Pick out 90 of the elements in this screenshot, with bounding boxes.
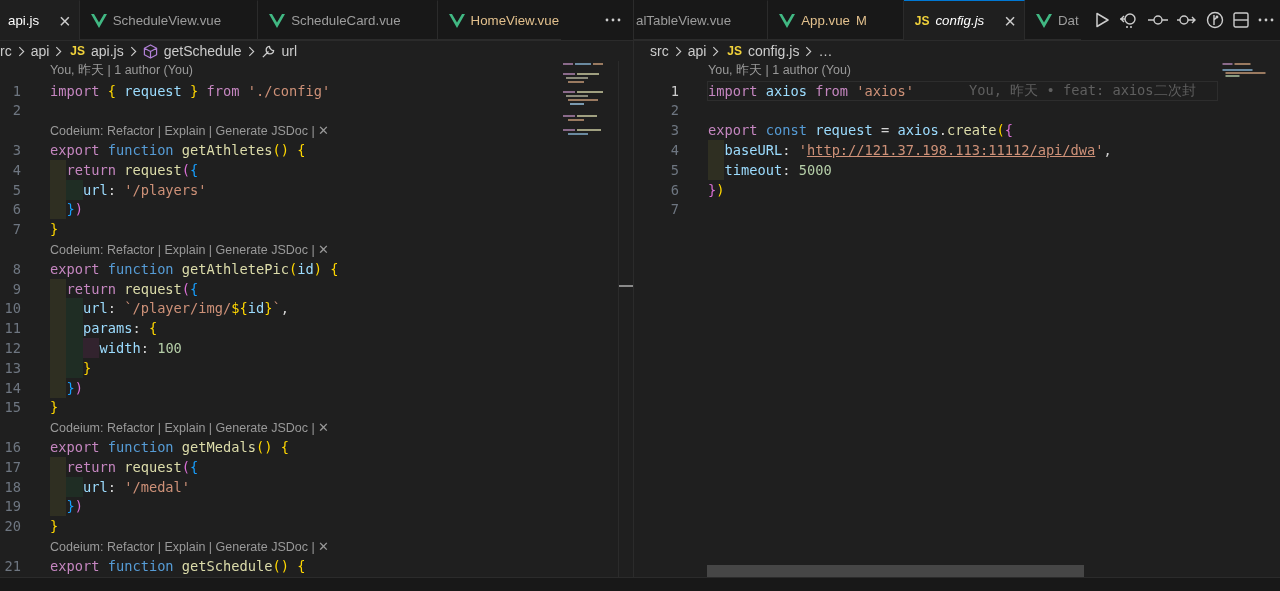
line-number: 2 [12,102,21,119]
line-number: 7 [12,221,21,238]
branch-icon[interactable] [1206,11,1224,29]
code-lens[interactable]: You, 昨天 | 1 author (You) [50,62,193,80]
horizontal-scrollbar[interactable] [707,565,1084,577]
code-line: } [50,517,59,537]
breadcrumb-item[interactable]: src [650,43,669,59]
line-number: 12 [4,340,21,357]
line-number: 2 [670,102,679,119]
line-number: 14 [4,379,21,396]
editor-tab[interactable]: JS config.js × [903,0,1025,40]
breadcrumb-item[interactable]: config.js [748,43,800,59]
vue-icon [448,13,465,28]
breadcrumb-item[interactable]: rc [0,43,12,59]
breadcrumb-item[interactable]: api [30,43,50,59]
vue-icon [779,13,796,28]
chevron-icon [674,45,682,57]
code-line: import { request } from './config' [50,81,331,101]
line-number: 17 [4,458,21,475]
editor-tab[interactable]: App.vue M [768,0,904,40]
line-number: 4 [12,161,21,178]
cube-icon [142,43,158,59]
line-number: 11 [4,320,21,337]
compare-icon[interactable] [1119,11,1139,29]
code-lens[interactable]: You, 昨天 | 1 author (You) [708,62,851,80]
breadcrumb-item[interactable]: api.js [91,43,124,59]
line-number: 20 [4,518,21,535]
line-number: 8 [12,260,21,277]
code-line: export function getSchedule() { [50,556,306,576]
line-number: 6 [12,201,21,218]
code-line: }) [708,180,725,200]
close-icon[interactable]: × [59,10,71,31]
line-number: 5 [670,161,679,178]
line-number: 7 [670,201,679,218]
git-status-label: M [855,13,867,28]
line-number: 18 [4,478,21,495]
line-number: 3 [670,122,679,139]
next-commit-icon[interactable] [1177,14,1197,26]
code-line: export function getAthletes() { [50,141,306,161]
line-number: 21 [4,557,21,574]
vue-icon [269,13,286,28]
breadcrumb-item[interactable]: getSchedule [163,43,242,59]
code-line: export function getMedals() { [50,438,289,458]
editor-tab[interactable]: ScheduleCard.vue [258,0,438,40]
code-line: export function getAthletePic(id) { [50,259,339,279]
code-line: export const request = axios.create({ [708,121,1013,141]
editor-tab[interactable]: ScheduleView.vue [79,0,259,40]
vue-icon [1035,13,1052,28]
line-number: 4 [670,142,679,159]
split-editor-icon[interactable] [1233,12,1249,28]
line-number: 3 [12,142,21,159]
more-icon[interactable] [1258,18,1274,22]
line-number: 5 [12,181,21,198]
chevron-icon [805,45,813,57]
code-line: } [50,398,59,418]
scroll-marker [619,285,633,287]
line-number: 1 [670,82,679,99]
code-lens[interactable]: Codeium: Refactor | Explain | Generate JSDoc | ✕ [50,122,330,138]
line-number: 19 [4,498,21,515]
line-number: 15 [4,399,21,416]
editor-tab[interactable]: alTableView.vue [634,0,769,40]
code-line: } [50,220,59,240]
code-lens[interactable]: Codeium: Refactor | Explain | Generate JSDoc | ✕ [50,241,330,257]
code-lens[interactable]: Codeium: Refactor | Explain | Generate JSDoc | ✕ [50,538,330,554]
chevron-icon [17,45,25,57]
chevron-icon [129,45,137,57]
breadcrumb-item[interactable]: … [818,43,833,59]
commit-icon[interactable] [1148,14,1168,26]
play-icon[interactable] [1094,12,1110,28]
line-number: 9 [12,280,21,297]
breadcrumb-item[interactable]: url [281,43,298,59]
js-icon: JS [727,44,743,58]
js-icon: JS [70,44,86,58]
line-number: 13 [4,359,21,376]
wrench-icon [260,43,276,59]
vue-icon [90,13,107,28]
line-number: 1 [12,82,21,99]
chevron-icon [247,45,255,57]
more-icon[interactable] [605,18,621,22]
code-lens[interactable]: Codeium: Refactor | Explain | Generate JSDoc | ✕ [50,419,330,435]
breadcrumb-item[interactable]: api [687,43,707,59]
chevron-icon [55,45,63,57]
close-icon[interactable]: × [1004,10,1016,31]
editor-tab[interactable]: api.js × [0,0,80,40]
code-line: import axios from 'axios' [708,81,915,101]
line-number: 6 [670,181,679,198]
js-icon: JS [914,13,930,28]
line-number: 10 [4,300,21,317]
chevron-icon [712,45,720,57]
line-number: 16 [4,439,21,456]
